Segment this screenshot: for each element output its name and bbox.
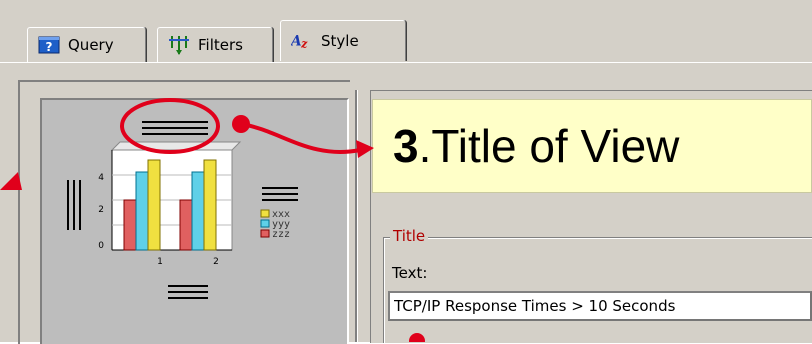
bar-2-yellow [203,159,217,251]
svg-text:?: ? [46,40,53,54]
title-groupbox [383,237,812,343]
bar-1-yellow [147,159,161,251]
y-tick-0: 0 [98,241,104,251]
tab-filters[interactable]: Filters [157,27,273,62]
svg-text:z: z [300,37,308,50]
tab-strip-divider [0,62,812,63]
mini-chart [110,141,242,251]
legend-swatch-red [260,229,270,238]
bar-2-cyan [191,171,205,251]
x-tick-1: 1 [157,257,163,267]
bar-2-red [179,199,193,251]
bar-1-red [123,199,137,251]
tab-filters-label: Filters [198,36,243,54]
y-title-lines [67,180,81,230]
title-position-lines [142,121,208,135]
title-text-input[interactable] [388,291,812,321]
legend-label-zzz: zzz [272,229,290,240]
filters-icon [168,36,190,55]
callout-text: .Title of View [418,120,680,172]
x-tick-2: 2 [213,257,219,267]
text-field-label: Text: [392,264,428,282]
tab-query[interactable]: ? Query [27,27,146,62]
window: ? Query Filters Az Style 4 2 0 1 2 xxx y… [0,0,812,344]
legend-swatch-yellow [260,209,270,218]
y-tick-4: 4 [98,173,104,183]
chart-preview[interactable]: 4 2 0 1 2 xxx yyy zzz [40,98,349,344]
y-tick-2: 2 [98,205,104,215]
bar-1-cyan [135,171,149,251]
x-title-lines [168,285,208,299]
tab-style-label: Style [321,32,359,50]
tab-style[interactable]: Az Style [280,20,406,61]
panel-divider [355,90,357,342]
az-icon: Az [291,32,313,50]
legend-title-lines [262,187,298,201]
callout-number: 3 [393,120,419,172]
title-group-label: Title [390,227,429,245]
question-icon: ? [38,36,60,54]
annotation-callout: 3 .Title of View [372,99,812,193]
tab-query-label: Query [68,36,114,54]
legend-swatch-cyan [260,219,270,228]
